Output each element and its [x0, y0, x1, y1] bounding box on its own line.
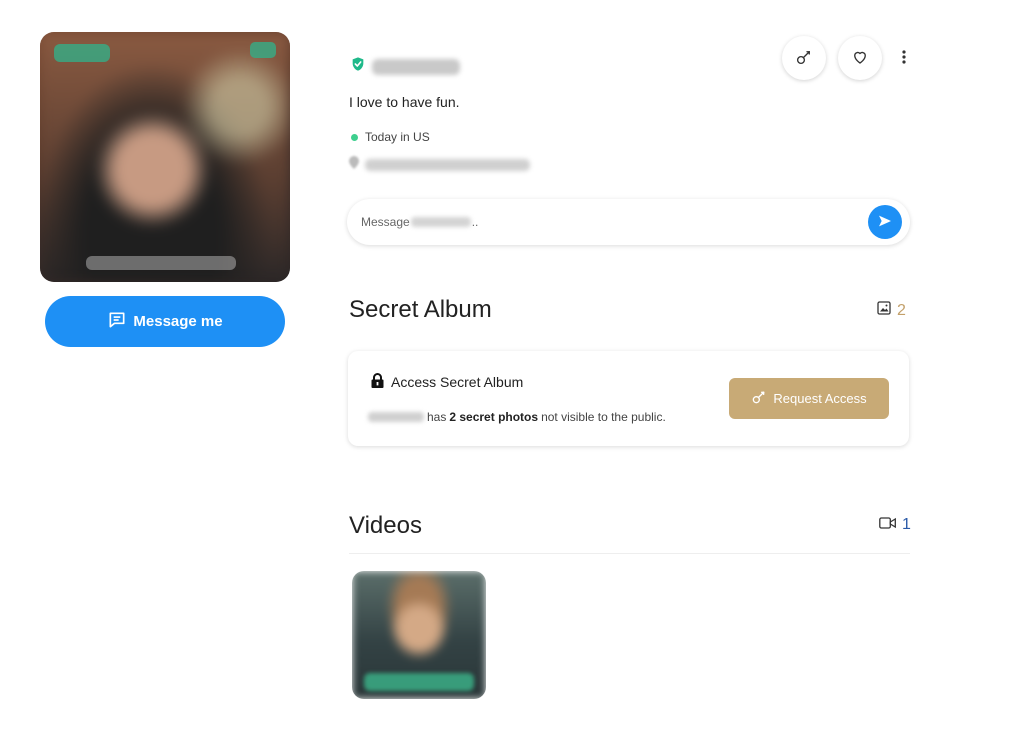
message-input[interactable]: Message ..: [347, 199, 910, 245]
profile-bio: I love to have fun.: [349, 94, 460, 110]
online-dot: [351, 133, 358, 141]
placeholder-prefix: Message: [361, 215, 410, 229]
message-input-placeholder: Message ..: [361, 215, 478, 229]
placeholder-suffix: ..: [471, 215, 479, 229]
description-username-blurred: [368, 412, 424, 422]
username-blurred: [372, 58, 460, 75]
video-camera-icon: [879, 516, 896, 534]
lock-icon: [371, 373, 384, 391]
heart-icon: [851, 48, 869, 69]
secret-album-count: 2: [877, 301, 906, 320]
message-me-label: Message me: [133, 313, 223, 330]
favorite-button[interactable]: [838, 36, 882, 80]
send-button[interactable]: [868, 205, 902, 239]
key-icon: [795, 48, 813, 69]
key-button[interactable]: [782, 36, 826, 80]
profile-photo[interactable]: [40, 32, 290, 282]
message-me-button[interactable]: Message me: [45, 296, 285, 347]
secret-album-title: Secret Album: [349, 296, 492, 323]
access-secret-album-label: Access Secret Album: [391, 374, 524, 390]
desc-secret-photos: 2 secret photos: [449, 410, 539, 424]
secret-album-description: has 2 secret photos not visible to the p…: [368, 410, 666, 424]
photo-badge-right: [250, 42, 276, 58]
desc-has: has: [427, 410, 447, 424]
placeholder-username-blurred: [410, 217, 471, 227]
message-square-icon: [107, 310, 127, 334]
videos-title: Videos: [349, 512, 422, 539]
more-vertical-icon: [902, 49, 906, 67]
video-caption-blurred: [364, 673, 474, 691]
profile-name-row: [350, 56, 460, 77]
request-access-button[interactable]: Request Access: [729, 378, 889, 419]
location-pin-icon: [349, 156, 359, 174]
online-status-text: Today in US: [365, 130, 430, 144]
profile-actions: [782, 36, 914, 80]
photo-caption: [86, 256, 236, 270]
send-icon: [877, 213, 893, 232]
more-options-button[interactable]: [894, 36, 914, 80]
request-access-label: Request Access: [773, 391, 867, 406]
access-secret-album: Access Secret Album: [371, 373, 523, 391]
online-status: Today in US: [351, 130, 430, 144]
secret-album-count-value: 2: [897, 301, 906, 319]
shield-check-icon: [350, 56, 366, 77]
videos-divider: [349, 553, 910, 554]
desc-rest: not visible to the public.: [541, 410, 666, 424]
key-icon: [751, 389, 767, 408]
video-thumbnail[interactable]: [352, 571, 486, 699]
videos-count: 1: [879, 516, 911, 534]
location-blurred: [365, 159, 530, 171]
location-row: [349, 156, 530, 174]
videos-count-value: 1: [902, 516, 911, 533]
image-icon: [877, 301, 891, 320]
photo-badge-left: [54, 44, 110, 62]
